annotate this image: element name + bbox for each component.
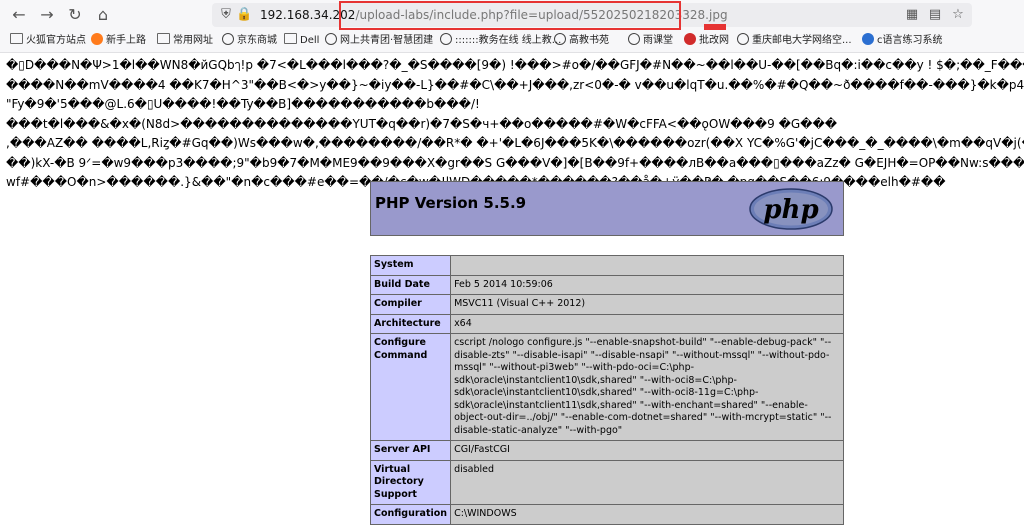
table-value: C:\WINDOWS [450, 504, 844, 525]
table-row: System [369, 255, 844, 276]
table-key: Build Date [369, 274, 452, 295]
table-key: Architecture [369, 313, 452, 334]
binary-garbage-text: �▯D���N�Ψ>1�l��WN8�йGQbๅ!p �7<�L���l���?… [6, 56, 1024, 193]
garbage-line: ��)kX-�B 9ᐟ=�w9���p3����;9"�b9�7�M�ME9��… [6, 155, 1024, 170]
home-icon[interactable]: ⌂ [92, 4, 114, 26]
bookmark-item[interactable]: 重庆邮电大学网络空... [737, 33, 852, 49]
url-host: 192.168.34.202 [260, 8, 356, 22]
table-row: Architecture x64 [369, 313, 844, 334]
table-key: Virtual Directory Support [369, 459, 452, 505]
reader-view-icon[interactable]: ▤ [927, 6, 943, 24]
bookmark-item[interactable]: Dell [284, 33, 319, 49]
table-row: Configure Command cscript /nologo config… [369, 333, 844, 441]
table-key: System [369, 255, 452, 276]
bookmark-item[interactable]: :::::::教务在线 线上教... [440, 33, 561, 49]
garbage-line: �▯D���N�Ψ>1�l��WN8�йGQbๅ!p �7<�L���l���?… [6, 58, 1024, 72]
bookmark-item[interactable]: 雨课堂 [628, 33, 673, 49]
bookmark-label: 网上共青团·智慧团建 [340, 35, 434, 46]
table-row: Server API CGI/FastCGI [369, 440, 844, 461]
shield-icon[interactable]: ⛨ [218, 6, 234, 24]
url-text[interactable]: 192.168.34.202/upload-labs/include.php?f… [260, 7, 728, 23]
insecure-lock-icon[interactable]: 🔒 [236, 6, 252, 24]
table-value: CGI/FastCGI [450, 440, 844, 461]
bookmark-label: 新手上路 [106, 35, 146, 46]
table-key: Configuration [369, 504, 452, 525]
address-bar[interactable]: ⛨ 🔒 192.168.34.202/upload-labs/include.p… [212, 3, 972, 27]
globe-icon [222, 33, 234, 45]
folder-icon [157, 33, 170, 44]
garbage-line: ���t�l���&�x�(N8d>��������������YUT�q��r… [6, 116, 838, 131]
table-row: Configuration C:\WINDOWS [369, 504, 844, 525]
table-value: MSVC11 (Visual C++ 2012) [450, 294, 844, 315]
table-value: x64 [450, 313, 844, 334]
bookmark-label: Dell [300, 35, 320, 46]
globe-icon [737, 33, 749, 45]
bookmark-item[interactable]: 新手上路 [91, 33, 146, 49]
bookmark-item[interactable]: 高教书苑 [554, 33, 609, 49]
bookmark-item[interactable]: 批改网 [684, 33, 729, 49]
bookmark-label: 火狐官方站点 [26, 35, 86, 46]
table-row: Build Date Feb 5 2014 10:59:06 [369, 274, 844, 295]
table-value: cscript /nologo configure.js "--enable-s… [450, 333, 844, 441]
bookmark-item[interactable]: 常用网址 [157, 33, 213, 49]
garbage-line: ����N��mV����4 ��K7�H^3"��B<�>y��}~�iy��… [6, 77, 1024, 92]
bookmark-label: 重庆邮电大学网络空... [752, 35, 852, 46]
bookmark-label: 高教书苑 [569, 35, 609, 46]
c-language-icon [862, 33, 874, 45]
bookmark-label: c语言练习系统 [877, 35, 943, 46]
phpinfo-header: PHP Version 5.5.9 php [370, 181, 844, 236]
bookmark-item[interactable]: 京东商城 [222, 33, 277, 49]
forward-arrow-icon[interactable]: → [36, 4, 58, 26]
bookmark-item[interactable]: 网上共青团·智慧团建 [325, 33, 433, 49]
browser-toolbar: ← → ↻ ⌂ ⛨ 🔒 192.168.34.202/upload-labs/i… [0, 0, 1024, 30]
globe-icon [554, 33, 566, 45]
url-path: /upload-labs/include.php?file=upload/552… [355, 8, 728, 22]
php-logo-icon: php [749, 188, 833, 230]
bookmarks-bar: 火狐官方站点 新手上路 常用网址 京东商城 Dell 网上共青团·智慧团建 ::… [0, 30, 1024, 53]
back-arrow-icon[interactable]: ← [8, 4, 30, 26]
bookmark-label: 雨课堂 [643, 35, 673, 46]
globe-icon [628, 33, 640, 45]
table-key: Configure Command [369, 333, 452, 441]
table-value: disabled [450, 459, 844, 505]
php-version-title: PHP Version 5.5.9 [375, 194, 527, 212]
table-value [450, 255, 844, 276]
bookmark-label: 批改网 [699, 35, 729, 46]
reload-icon[interactable]: ↻ [64, 4, 86, 26]
globe-icon [440, 33, 452, 45]
bookmark-item[interactable]: 火狐官方站点 [10, 33, 86, 49]
bookmark-item[interactable]: c语言练习系统 [862, 33, 943, 49]
bookmark-label: 京东商城 [237, 35, 277, 46]
table-key: Compiler [369, 294, 452, 315]
firefox-icon [91, 33, 103, 45]
qr-code-icon[interactable]: ▦ [904, 6, 920, 24]
bookmark-label: 常用网址 [173, 35, 213, 46]
bookmark-label: :::::::教务在线 线上教... [455, 35, 562, 46]
folder-icon [284, 33, 297, 44]
globe-icon [325, 33, 337, 45]
table-row: Compiler MSVC11 (Visual C++ 2012) [369, 294, 844, 315]
pigai-icon [684, 33, 696, 45]
table-key: Server API [369, 440, 452, 461]
table-row: Virtual Directory Support disabled [369, 459, 844, 505]
bookmark-star-icon[interactable]: ☆ [950, 6, 966, 24]
garbage-line: ,���AZ�� ����L,Riȥ�#Gq��)Ws���w�,�������… [6, 136, 1024, 150]
phpinfo-table: System Build Date Feb 5 2014 10:59:06 Co… [369, 255, 844, 525]
garbage-line: "Fy�9�'5���@L.6�▯U����!��Ty��B]���������… [6, 97, 480, 111]
table-value: Feb 5 2014 10:59:06 [450, 274, 844, 295]
folder-icon [10, 33, 23, 44]
php-logo-text: php [763, 195, 818, 225]
